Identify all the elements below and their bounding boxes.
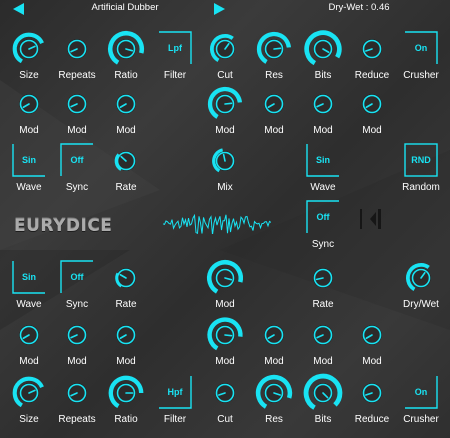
crusher-value-bottom: On [414,387,428,397]
rate-knob-bottom-left: Rate [101,258,151,310]
mod-dial-bottom-cut[interactable] [205,315,245,355]
mod-dial-bottom-3[interactable] [106,315,146,355]
sync-button-top-left[interactable]: Off [60,143,94,177]
filter-type-button-top[interactable]: Lpf [158,31,192,65]
mod-dial-top-3[interactable] [106,84,146,124]
rate-label-bottom-right: Rate [312,299,334,310]
res-dial-bottom[interactable] [254,373,294,413]
random-button[interactable]: RND [404,143,438,177]
wave-button-top-right[interactable]: Sin [306,143,340,177]
rate-dial-bottom-left[interactable] [106,258,146,298]
waveform-display-icon [163,214,271,234]
reduce-dial-bottom[interactable] [352,373,392,413]
mod-knob-top-3: Mod [101,84,151,136]
mod-label-bottom-reduce: Mod [362,356,382,367]
mod-knob-bottom-reduce: Mod [347,315,397,367]
wave-button-top-left[interactable]: Sin [12,143,46,177]
eurydice-logo: EURYDICE [14,216,113,236]
reduce-dial-top[interactable] [352,29,392,69]
crusher-label-bottom: Crusher [403,414,439,425]
mod-dial-bottom-2[interactable] [57,315,97,355]
bits-dial-bottom[interactable] [303,373,343,413]
dry-wet-readout: Dry-Wet : 0.46 [328,2,390,13]
mix-knob: Mix [200,141,250,193]
mod-label-bottom-filter: Mod [215,299,235,310]
wave-value-top-right: Sin [315,155,330,165]
wave-value-top-left: Sin [21,155,36,165]
res-dial-top[interactable] [254,29,294,69]
mod-dial-bottom-reduce[interactable] [352,315,392,355]
crusher-toggle-top: On Crusher [396,29,446,81]
dry-wet-dial[interactable] [401,258,441,298]
random-button-label: RND [411,155,431,165]
wave-select-top-right: Sin Wave [298,141,348,193]
filter-type-value-bottom: Hpf [167,387,183,397]
crusher-button-bottom[interactable]: On [404,375,438,409]
sync-value-top-left: Off [70,155,84,165]
size-dial-top[interactable] [9,29,49,69]
mod-dial-bottom-res[interactable] [254,315,294,355]
crusher-label-top: Crusher [403,70,439,81]
rate-dial-bottom-right[interactable] [303,258,343,298]
mod-label-bottom-3: Mod [116,356,136,367]
next-preset-button[interactable] [212,2,226,16]
sync-toggle-middle: Off Sync [298,198,348,250]
collapse-panel-icon[interactable] [358,206,384,232]
ratio-dial-top[interactable] [106,29,146,69]
mod-label-top-reduce: Mod [362,125,382,136]
rate-dial-top-left[interactable] [106,141,146,181]
wave-button-bottom-left[interactable]: Sin [12,260,46,294]
wave-label-top-right: Wave [310,182,336,193]
wave-value-bottom-left: Sin [21,272,36,282]
preset-name[interactable]: Artificial Dubber [60,2,190,13]
mod-knob-bottom-3: Mod [101,315,151,367]
random-label: Random [402,182,440,193]
cut-dial-top[interactable] [205,29,245,69]
rate-label-bottom-left: Rate [115,299,137,310]
crusher-toggle-bottom: On Crusher [396,373,446,425]
top-bar: Artificial Dubber Dry-Wet : 0.46 [0,0,450,18]
mod-label-top-3: Mod [116,125,136,136]
mod-dial-top-reduce[interactable] [352,84,392,124]
rate-label-top-left: Rate [115,182,137,193]
mod-knob-bottom-filter: Mod [200,258,250,310]
triangle-right-icon [214,3,225,15]
sync-button-middle[interactable]: Off [306,200,340,234]
mix-label: Mix [217,182,233,193]
ratio-dial-bottom[interactable] [106,373,146,413]
filter-type-value-top: Lpf [168,43,182,53]
prev-preset-button[interactable] [12,2,26,16]
mod-dial-top-1[interactable] [9,84,49,124]
mod-dial-bottom-bits[interactable] [303,315,343,355]
mod-dial-bottom-1[interactable] [9,315,49,355]
size-dial-bottom[interactable] [9,373,49,413]
triangle-left-icon [13,3,24,15]
sync-value-middle: Off [316,212,330,222]
mod-dial-top-cut[interactable] [205,84,245,124]
crusher-button-top[interactable]: On [404,31,438,65]
rate-knob-top-left: Rate [101,141,151,193]
crusher-value-top: On [414,43,428,53]
mod-dial-top-res[interactable] [254,84,294,124]
repeats-dial-bottom[interactable] [57,373,97,413]
filter-type-button-bottom[interactable]: Hpf [158,375,192,409]
mod-knob-top-reduce: Mod [347,84,397,136]
mod-dial-top-bits[interactable] [303,84,343,124]
mod-dial-bottom-filter[interactable] [205,258,245,298]
dry-wet-knob: Dry/Wet [396,258,446,310]
mix-dial[interactable] [205,141,245,181]
dry-wet-label: Dry/Wet [403,299,439,310]
random-control: RND Random [396,141,446,193]
sync-label-middle: Sync [311,239,335,250]
plugin-window: Artificial Dubber Dry-Wet : 0.46 Size Re… [0,0,450,438]
sync-value-bottom-left: Off [70,272,84,282]
rate-knob-bottom-right: Rate [298,258,348,310]
bits-dial-top[interactable] [303,29,343,69]
cut-dial-bottom[interactable] [205,373,245,413]
sync-button-bottom-left[interactable]: Off [60,260,94,294]
mod-dial-top-2[interactable] [57,84,97,124]
repeats-dial-top[interactable] [57,29,97,69]
